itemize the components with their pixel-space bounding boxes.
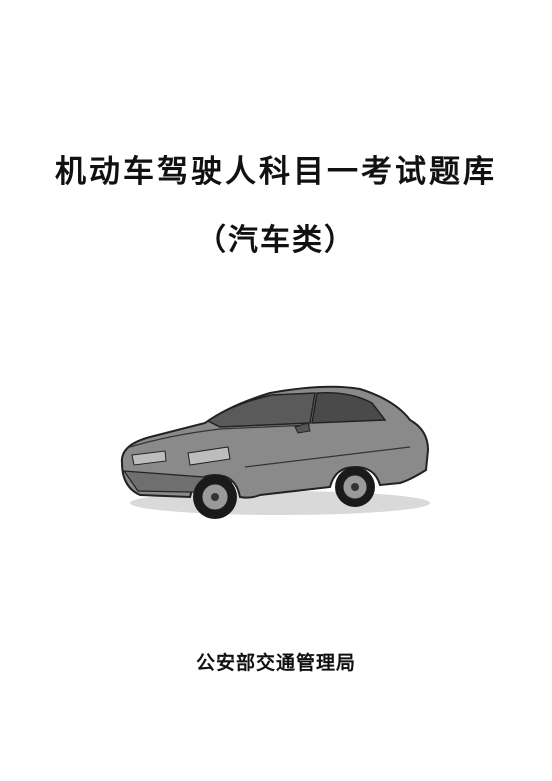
car-windshield	[206, 392, 316, 428]
car-front-wheel	[193, 475, 237, 519]
cover-title: 机动车驾驶人科目一考试题库	[55, 154, 497, 190]
book-cover: 机动车驾驶人科目一考试题库 （汽车类） 公安部交通管理局	[0, 0, 552, 781]
cover-publisher: 公安部交通管理局	[195, 652, 356, 674]
cover-subtitle: （汽车类）	[196, 223, 356, 258]
car-rear-wheel	[335, 467, 375, 507]
car-illustration	[120, 385, 430, 519]
